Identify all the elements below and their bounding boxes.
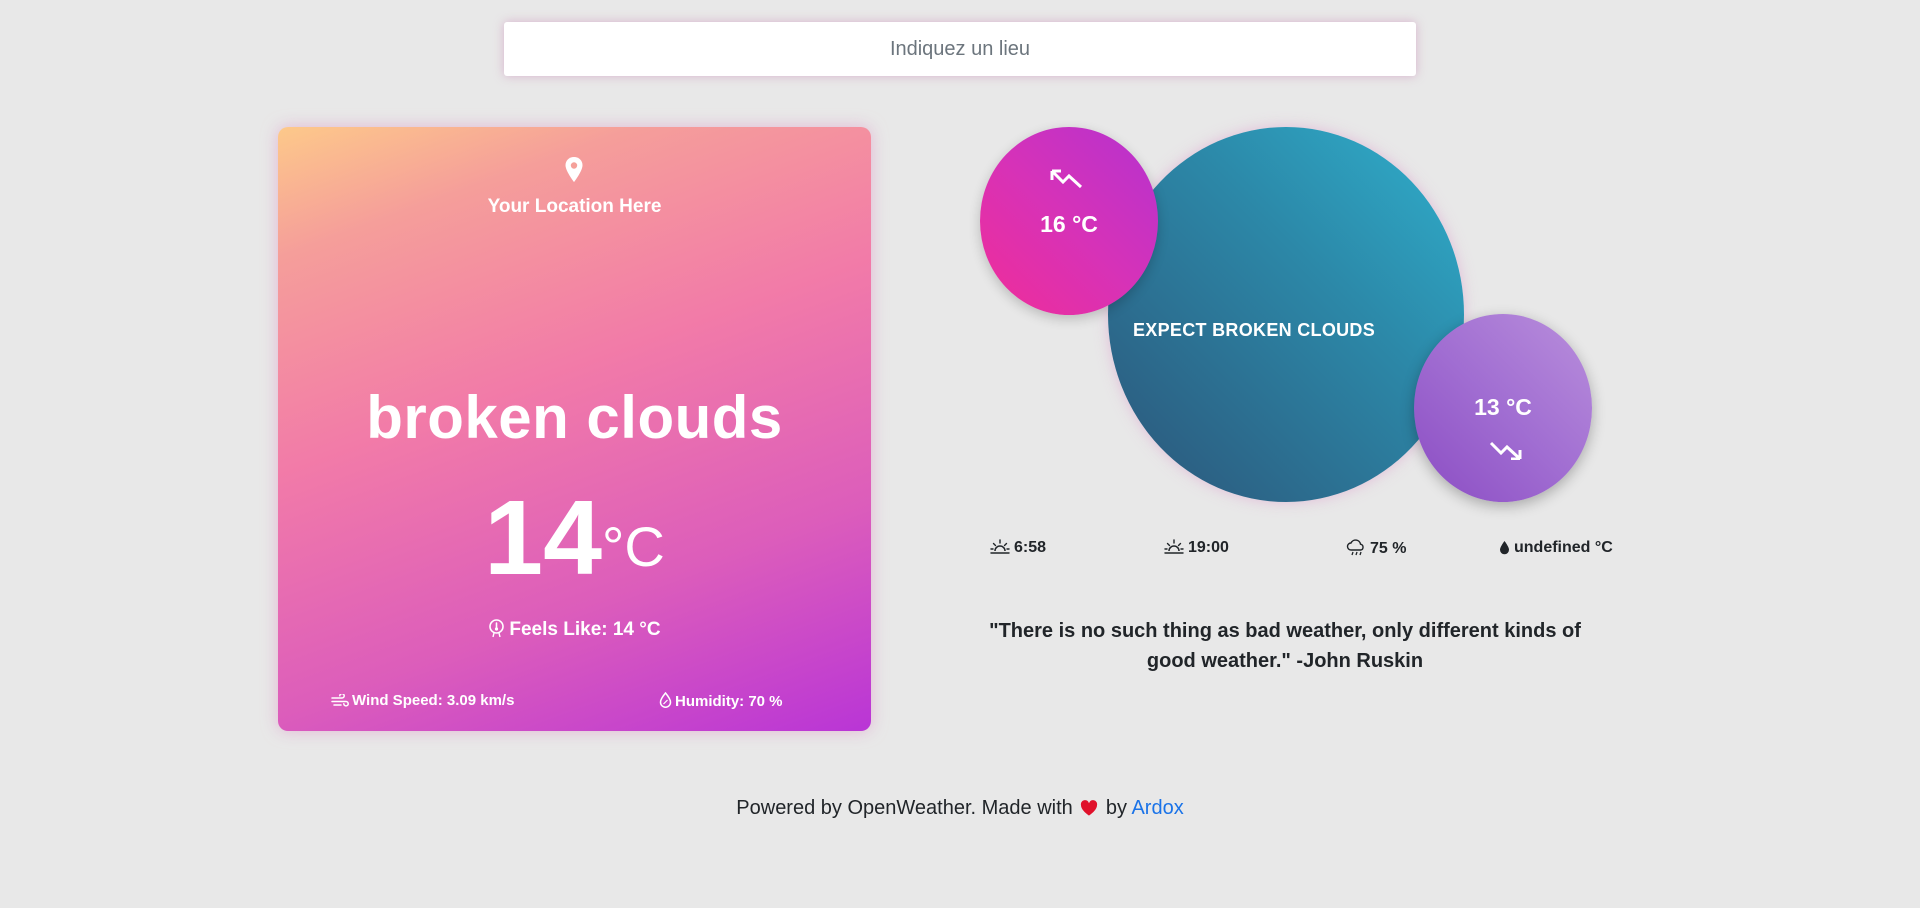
high-temp-value: 16 °C <box>1040 211 1098 237</box>
trend-up-icon <box>1050 169 1083 189</box>
map-pin-icon <box>565 157 583 182</box>
low-temp-bubble: 13 °C <box>1414 314 1592 502</box>
wind-speed: Wind Speed: 3.09 km/s <box>331 692 514 709</box>
footer: Powered by OpenWeather. Made with by Ard… <box>0 797 1920 820</box>
feels-like: Feels Like: 14 °C <box>278 619 871 641</box>
weather-description: broken clouds <box>366 384 783 451</box>
dew-point-value: undefined °C <box>1514 539 1613 556</box>
page: Your Location Here broken clouds 14°C Fe… <box>0 0 1920 908</box>
weather-card: Your Location Here broken clouds 14°C Fe… <box>278 127 871 731</box>
sunset-icon <box>1164 539 1184 554</box>
heart-icon <box>1081 800 1098 816</box>
wind-speed-text: Wind Speed: 3.09 km/s <box>352 692 515 709</box>
high-temp-bubble: 16 °C <box>980 127 1158 315</box>
author-link[interactable]: Ardox <box>1131 797 1183 819</box>
forecast-text: EXPECT BROKEN CLOUDS <box>1133 320 1376 340</box>
dew-point-stat: undefined °C <box>1499 539 1613 557</box>
sunrise-time: 6:58 <box>1014 539 1047 556</box>
clouds-stat: 75 % <box>1346 539 1406 558</box>
sunset-stat: 19:00 <box>1164 539 1229 557</box>
sunrise-stat: 6:58 <box>990 539 1046 557</box>
cloud-rain-icon <box>1346 539 1364 556</box>
trend-down-icon <box>1489 441 1522 460</box>
temperature: 14°C <box>278 485 871 591</box>
location-name: Your Location Here <box>487 196 662 217</box>
temperature-value: 14 <box>484 479 603 597</box>
drop-icon <box>1500 541 1509 555</box>
low-temp-value: 13 °C <box>1474 394 1532 420</box>
footer-powered-by: Powered by OpenWeather. Made with <box>736 797 1073 819</box>
sunset-time: 19:00 <box>1188 539 1229 556</box>
forecast-bubble: EXPECT BROKEN CLOUDS <box>1108 127 1464 502</box>
wind-icon <box>331 692 349 707</box>
humidity-drop-icon <box>659 691 672 708</box>
weather-quote: "There is no such thing as bad weather, … <box>989 620 1581 672</box>
thermometer-icon <box>489 619 505 638</box>
humidity: Humidity: 70 % <box>659 691 783 710</box>
search-input[interactable] <box>504 22 1416 76</box>
sunrise-icon <box>990 539 1010 554</box>
feels-like-text: Feels Like: 14 °C <box>509 619 661 640</box>
temperature-unit: °C <box>602 515 665 578</box>
footer-by: by <box>1105 797 1128 819</box>
clouds-value: 75 % <box>1370 540 1407 557</box>
humidity-text: Humidity: 70 % <box>675 693 783 710</box>
